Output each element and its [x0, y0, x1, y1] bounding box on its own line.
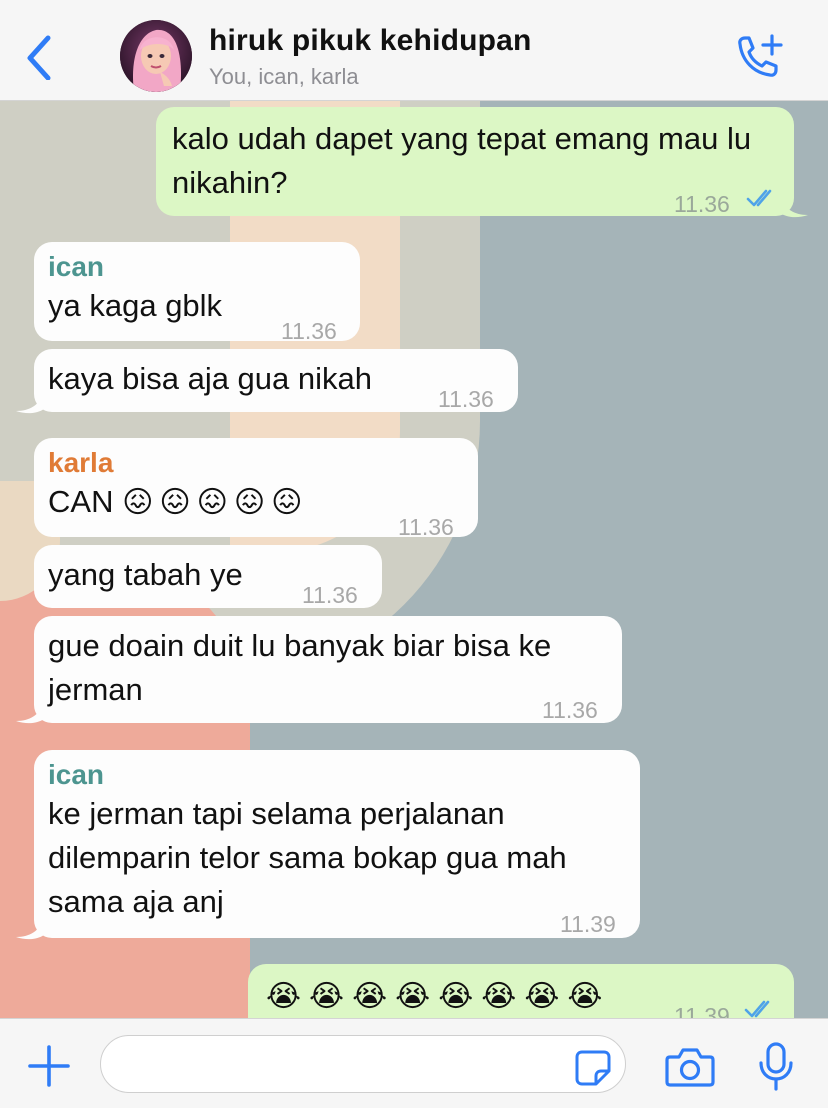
- plus-icon: [28, 1045, 70, 1087]
- read-receipt-icon: [746, 189, 772, 207]
- message-time: 11.36: [542, 697, 598, 723]
- bubble-tail: [16, 701, 44, 724]
- avatar-image: [120, 20, 192, 92]
- read-receipt-icon: [744, 1000, 770, 1018]
- phone-plus-icon: [738, 34, 783, 77]
- sender-name: ican: [48, 251, 105, 282]
- camera-icon: [665, 1048, 715, 1087]
- composer-bar: [0, 1018, 828, 1108]
- chat-participants[interactable]: You, ican, karla: [209, 64, 359, 90]
- camera-button[interactable]: [664, 1045, 716, 1089]
- sticker-icon: [575, 1050, 611, 1086]
- message-bubble-incoming[interactable]: ican ya kaga gblk 11.36: [34, 242, 360, 344]
- attach-button[interactable]: [26, 1043, 72, 1089]
- bubble-tail: [780, 195, 808, 218]
- message-bubble-incoming[interactable]: yang tabah ye 11.36: [34, 545, 382, 608]
- message-time: 11.36: [438, 386, 494, 412]
- message-input[interactable]: [100, 1035, 626, 1093]
- bubble-tail: [16, 917, 44, 940]
- message-time: 11.36: [302, 582, 358, 608]
- message-text: kaya bisa aja gua nikah: [48, 361, 373, 396]
- chat-title[interactable]: hiruk pikuk kehidupan: [209, 24, 532, 58]
- chevron-left-icon: [27, 35, 51, 81]
- back-button[interactable]: [20, 30, 60, 81]
- message-time: 11.36: [398, 514, 454, 540]
- microphone-button[interactable]: [756, 1041, 796, 1093]
- message-bubble-outgoing[interactable]: 😭😭😭😭😭😭😭😭 11.39: [248, 964, 794, 1018]
- message-emoji: 😭😭😭😭😭😭😭😭: [266, 979, 611, 1014]
- sticker-button[interactable]: [574, 1049, 612, 1087]
- bubble-tail: [16, 391, 44, 414]
- message-text: ke jerman tapi selama perjalanan dilempa…: [48, 796, 567, 919]
- add-call-button[interactable]: [732, 32, 788, 82]
- message-time: 11.39: [674, 1003, 730, 1018]
- message-text: yang tabah ye: [48, 557, 243, 592]
- message-bubble-incoming[interactable]: karla CAN 😖😖😖😖😖 11.36: [34, 438, 478, 540]
- message-bubble-incoming[interactable]: gue doain duit lu banyak biar bisa ke je…: [34, 616, 622, 723]
- message-text: gue doain duit lu banyak biar bisa ke je…: [48, 628, 552, 707]
- message-time: 11.36: [674, 191, 730, 217]
- message-bubble-incoming[interactable]: ican ke jerman tapi selama perjalanan di…: [34, 750, 640, 938]
- message-list[interactable]: kalo udah dapet yang tepat emang mau lu …: [0, 101, 828, 1018]
- message-text: kalo udah dapet yang tepat emang mau lu …: [172, 121, 752, 200]
- sender-name: ican: [48, 759, 105, 790]
- message-bubble-incoming[interactable]: kaya bisa aja gua nikah 11.36: [34, 349, 518, 412]
- message-text: CAN: [48, 484, 114, 519]
- chat-header: hiruk pikuk kehidupan You, ican, karla: [0, 0, 828, 101]
- sender-name: karla: [48, 447, 114, 478]
- message-time: 11.39: [560, 911, 616, 937]
- group-avatar[interactable]: [120, 20, 192, 92]
- message-emoji: 😖😖😖😖😖: [122, 485, 309, 520]
- microphone-icon: [759, 1042, 793, 1091]
- message-bubble-outgoing[interactable]: kalo udah dapet yang tepat emang mau lu …: [156, 107, 794, 217]
- message-time: 11.36: [281, 318, 337, 344]
